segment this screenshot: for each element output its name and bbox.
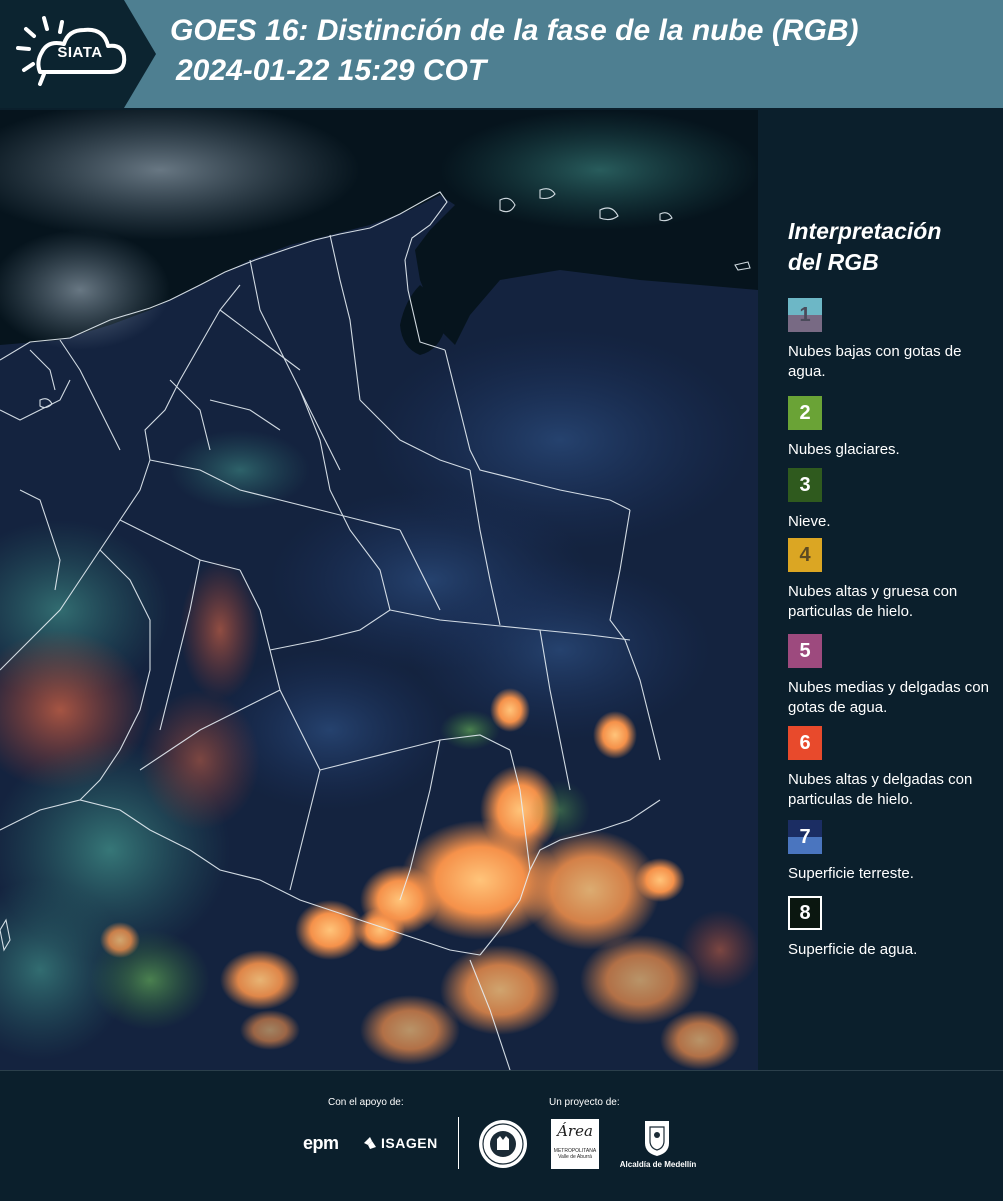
legend-swatch-2: 2 [788, 396, 822, 430]
page-title: GOES 16: Distinción de la fase de la nub… [170, 14, 859, 47]
legend-item-5: 5 Nubes medias y delgadas con gotas de a… [788, 634, 993, 718]
page-timestamp: 2024-01-22 15:29 COT [176, 54, 487, 87]
legend-swatch-3: 3 [788, 468, 822, 502]
legend-title: Interpretación del RGB [788, 218, 942, 275]
area-metropolitana-logo: Área METROPOLITANA Valle de Aburrá [551, 1119, 599, 1169]
legend-label-7: Superficie terreste. [788, 865, 914, 882]
legend-label-8: Superficie de agua. [788, 941, 918, 958]
project-label: Un proyecto de: [549, 1097, 620, 1108]
epm-logo: epm [303, 1133, 339, 1154]
colombia-map-icon [0, 110, 758, 1070]
legend-label-6: Nubes altas y delgadas con particulas de… [788, 771, 973, 808]
isagen-logo-text: ISAGEN [381, 1135, 438, 1151]
footer: Con el apoyo de: Un proyecto de: epm ISA… [0, 1070, 1003, 1201]
isagen-icon [364, 1137, 376, 1149]
antioquia-seal-icon [479, 1120, 527, 1168]
legend-item-1: 1 Nubes bajas con gotas de agua. [788, 298, 993, 382]
isagen-logo: ISAGEN [362, 1135, 438, 1151]
legend-item-3: 3 Nieve. [788, 468, 993, 532]
legend-label-2: Nubes glaciares. [788, 441, 900, 458]
legend-item-4: 4 Nubes altas y gruesa con particulas de… [788, 538, 993, 622]
legend-swatch-5: 5 [788, 634, 822, 668]
alcaldia-label: Alcaldía de Medellín [619, 1160, 697, 1169]
legend-item-8: 8 Superficie de agua. [788, 896, 993, 960]
area-logo-subtitle: METROPOLITANA Valle de Aburrá [553, 1148, 597, 1160]
legend-item-6: 6 Nubes altas y delgadas con particulas … [788, 726, 993, 810]
legend-swatch-8: 8 [788, 896, 822, 930]
legend-label-5: Nubes medias y delgadas con gotas de agu… [788, 679, 989, 716]
legend-item-7: 7 Superficie terreste. [788, 820, 993, 884]
footer-divider [458, 1117, 459, 1169]
legend-swatch-1: 1 [788, 298, 822, 332]
legend-label-1: Nubes bajas con gotas de agua. [788, 343, 962, 380]
legend-label-4: Nubes altas y gruesa con particulas de h… [788, 583, 958, 620]
epm-logo-text: epm [303, 1133, 339, 1153]
area-logo-name: Área [557, 1122, 593, 1140]
siata-logo: SIATA [0, 0, 160, 108]
satellite-map[interactable] [0, 110, 758, 1070]
legend-swatch-4: 4 [788, 538, 822, 572]
legend-panel: Interpretación del RGB 1 Nubes bajas con… [788, 216, 993, 958]
header-band: SIATA GOES 16: Distinción de la fase de … [0, 0, 1003, 108]
legend-label-3: Nieve. [788, 513, 831, 530]
legend-swatch-7: 7 [788, 820, 822, 854]
legend-swatch-6: 6 [788, 726, 822, 760]
support-label: Con el apoyo de: [328, 1097, 404, 1108]
medellin-shield-icon [645, 1121, 669, 1156]
siata-logo-text: SIATA [57, 44, 103, 61]
legend-item-2: 2 Nubes glaciares. [788, 396, 993, 460]
